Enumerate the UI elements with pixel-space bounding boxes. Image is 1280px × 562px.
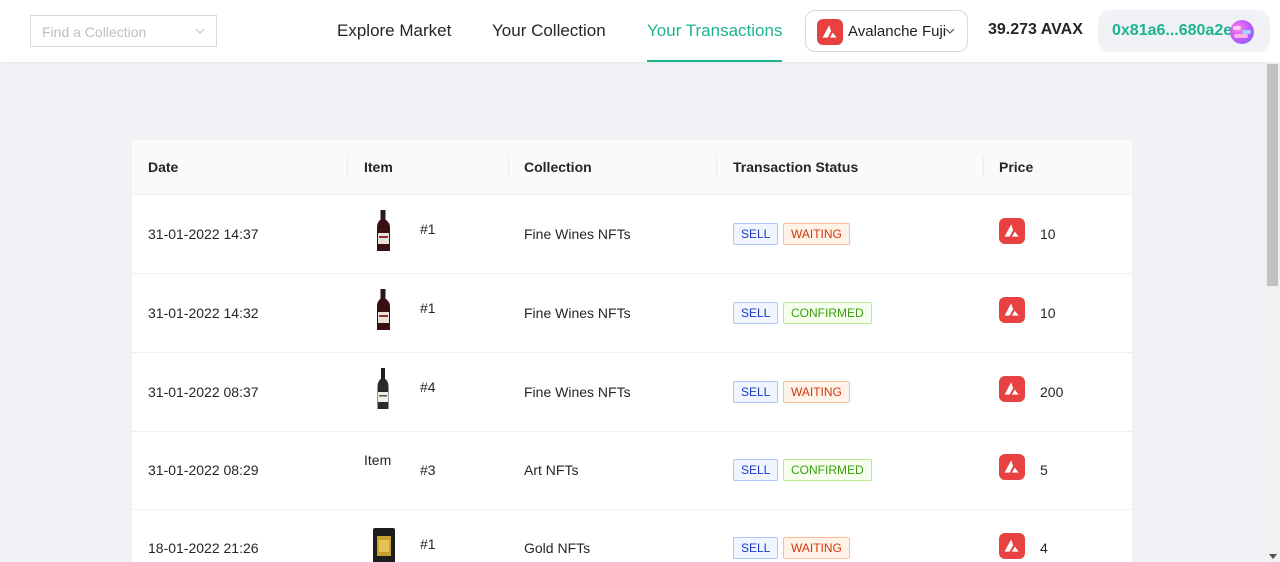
avatar [1230,20,1254,44]
top-header: Find a Collection Explore Market Your Co… [0,0,1280,62]
status-badge-waiting: WAITING [783,381,850,403]
chevron-down-icon [945,28,955,34]
table-row[interactable]: 31-01-2022 08:37 #4 Fine Wines NFTs SELL… [132,353,1132,432]
column-header-collection: Collection [524,159,592,175]
row-collection[interactable]: Art NFTs [524,462,578,478]
status-badge-confirmed: CONFIRMED [783,459,872,481]
wine-bottle-thumbnail [377,368,389,409]
row-item-id: #3 [420,462,436,478]
row-date: 31-01-2022 08:29 [148,462,259,478]
row-price: 10 [1040,305,1056,321]
avalanche-icon [999,454,1025,480]
table-row[interactable]: 31-01-2022 08:29 Item #3 Art NFTs SELL C… [132,432,1132,510]
column-header-date: Date [148,159,179,175]
collection-search-placeholder: Find a Collection [42,24,147,40]
table-row[interactable]: 31-01-2022 14:37 #1 Fine Wines NFTs SELL… [132,195,1132,274]
row-collection[interactable]: Fine Wines NFTs [524,384,631,400]
scrollbar-thumb[interactable] [1267,64,1278,286]
avalanche-icon [999,533,1025,559]
tab-your-transactions[interactable]: Your Transactions [647,0,783,62]
status-badge-confirmed: CONFIRMED [783,302,872,324]
row-date: 18-01-2022 21:26 [148,540,259,556]
avalanche-icon [999,218,1025,244]
row-price: 4 [1040,540,1048,556]
status-badge-waiting: WAITING [783,223,850,245]
chevron-down-icon [195,28,205,34]
wine-bottle-thumbnail [377,210,390,251]
avalanche-icon [999,376,1025,402]
wallet-balance: 39.273 AVAX [988,21,1083,38]
row-date: 31-01-2022 14:37 [148,226,259,242]
tab-explore-market[interactable]: Explore Market [337,0,451,62]
status-badge-waiting: WAITING [783,537,850,559]
row-price: 10 [1040,226,1056,242]
row-item-id: #1 [420,536,436,552]
column-header-price: Price [999,159,1034,175]
status-badge-sell: SELL [733,381,779,403]
column-divider [983,156,984,178]
column-divider [347,156,348,178]
row-collection[interactable]: Fine Wines NFTs [524,226,631,242]
table-header: Date Item Collection Transaction Status … [132,140,1132,195]
wallet-address: 0x81a6...680a2e [1112,22,1233,39]
status-badge-sell: SELL [733,459,779,481]
column-header-item: Item [364,159,393,175]
status-badge-sell: SELL [733,302,779,324]
table-row[interactable]: 18-01-2022 21:26 #1 Gold NFTs SELL WAITI… [132,510,1132,562]
avalanche-icon [817,19,843,45]
row-item-id: #1 [420,300,436,316]
status-badge-sell: SELL [733,223,779,245]
column-divider [716,156,717,178]
row-collection[interactable]: Fine Wines NFTs [524,305,631,321]
row-item-id: #1 [420,221,436,237]
column-divider [508,156,509,178]
row-collection[interactable]: Gold NFTs [524,540,590,556]
network-label: Avalanche Fuji [848,23,947,40]
transactions-table: Date Item Collection Transaction Status … [132,140,1132,562]
row-item-id: #4 [420,379,436,395]
status-badge-sell: SELL [733,537,779,559]
row-price: 200 [1040,384,1064,400]
column-header-transaction-status: Transaction Status [733,159,859,175]
row-date: 31-01-2022 08:37 [148,384,259,400]
tab-your-collection[interactable]: Your Collection [492,0,606,62]
table-row[interactable]: 31-01-2022 14:32 #1 Fine Wines NFTs SELL… [132,274,1132,353]
image-alt-text: Item [364,452,392,468]
row-date: 31-01-2022 14:32 [148,305,259,321]
collection-search-select[interactable]: Find a Collection [30,15,217,47]
broken-image-icon: Item [364,449,400,471]
network-selector[interactable]: Avalanche Fuji [805,10,968,52]
gold-bar-thumbnail [373,528,395,562]
avalanche-icon [999,297,1025,323]
wallet-account-button[interactable]: 0x81a6...680a2e [1098,10,1270,52]
wine-bottle-thumbnail [377,289,390,330]
page-scrollbar[interactable] [1265,62,1280,562]
scroll-down-arrow-icon[interactable] [1269,554,1277,559]
row-price: 5 [1040,462,1048,478]
